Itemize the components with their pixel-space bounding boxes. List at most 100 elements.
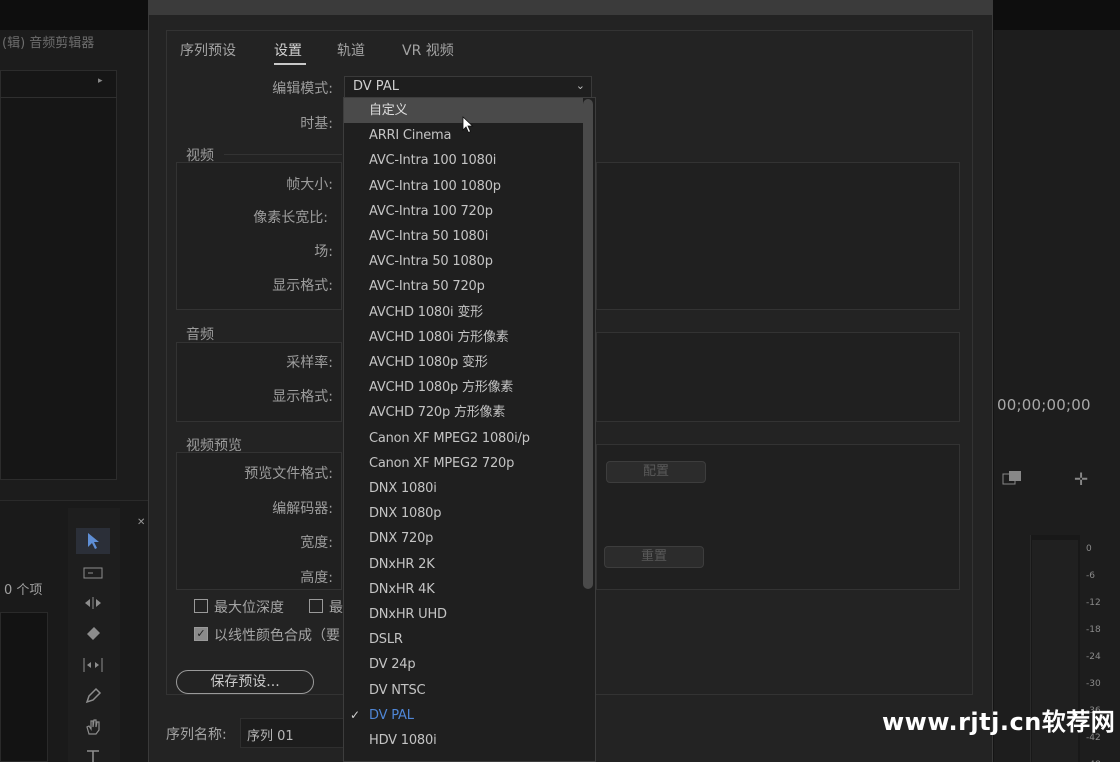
dropdown-option-label: Canon XF MPEG2 1080i/p xyxy=(369,431,530,446)
project-list xyxy=(0,612,48,762)
dropdown-option[interactable]: AVC-Intra 100 720p xyxy=(344,199,583,224)
dropdown-option-label: AVCHD 1080i 方形像素 xyxy=(369,330,509,345)
field-label: 场: xyxy=(314,244,333,260)
slip-tool-icon[interactable] xyxy=(76,652,110,678)
frame-size-label: 帧大小: xyxy=(286,177,333,193)
dropdown-option[interactable]: AVC-Intra 100 1080p xyxy=(344,174,583,199)
dropdown-option[interactable]: DSLR xyxy=(344,627,583,652)
tab-sequence-presets[interactable]: 序列预设 xyxy=(180,40,236,60)
divider xyxy=(224,154,342,155)
dropdown-option[interactable]: DNxHR 2K xyxy=(344,552,583,577)
dropdown-option-label: DNxHR 4K xyxy=(369,582,435,597)
linear-color-label: 以线性颜色合成（要 xyxy=(214,628,340,644)
dropdown-option[interactable]: DNX 720p xyxy=(344,526,583,551)
dropdown-option[interactable]: Canon XF MPEG2 1080i/p xyxy=(344,426,583,451)
dropdown-option[interactable]: HDV 1080i xyxy=(344,728,583,753)
max-render-quality-checkbox[interactable] xyxy=(309,599,323,613)
razor-tool-icon[interactable] xyxy=(76,620,110,646)
meter-tick-label: -24 xyxy=(1086,652,1101,662)
dropdown-option-label: Canon XF MPEG2 720p xyxy=(369,456,515,471)
selection-tool-icon[interactable] xyxy=(76,528,110,554)
dropdown-option[interactable]: AVC-Intra 50 1080i xyxy=(344,224,583,249)
dropdown-option[interactable]: DNxHR UHD xyxy=(344,602,583,627)
timecode-display[interactable]: 00;00;00;00 xyxy=(997,396,1091,414)
dropdown-option-label: DV 24p xyxy=(369,657,416,672)
meter-tick-label: -12 xyxy=(1086,598,1101,608)
dropdown-option-label: AVC-Intra 100 720p xyxy=(369,204,493,219)
linear-color-checkbox[interactable]: ✓ xyxy=(194,627,208,641)
dropdown-option[interactable]: AVC-Intra 100 1080i xyxy=(344,148,583,173)
export-frame-icon[interactable] xyxy=(1002,470,1024,492)
dropdown-option-label: 自定义 xyxy=(369,103,408,118)
dropdown-option[interactable]: ✓ DV PAL xyxy=(344,703,583,728)
max-bit-depth-checkbox[interactable] xyxy=(194,599,208,613)
chevron-down-icon: ⌄ xyxy=(575,79,585,92)
dropdown-option[interactable]: DV NTSC xyxy=(344,678,583,703)
dropdown-option-label: DNX 720p xyxy=(369,531,434,546)
save-preset-button[interactable]: 保存预设... xyxy=(176,670,314,694)
dropdown-option[interactable]: AVC-Intra 50 720p xyxy=(344,274,583,299)
sample-rate-label: 采样率: xyxy=(286,355,333,371)
left-panel-tabs[interactable]: (辑) 音频剪辑器 xyxy=(2,32,94,51)
dropdown-option[interactable]: Canon XF MPEG2 720p xyxy=(344,451,583,476)
dropdown-option-label: DNX 1080i xyxy=(369,481,437,496)
dropdown-option-label: AVC-Intra 100 1080p xyxy=(369,179,501,194)
pen-tool-icon[interactable] xyxy=(76,683,110,709)
editing-mode-select[interactable]: DV PAL ⌄ xyxy=(344,76,592,98)
dropdown-option[interactable]: DV 24p xyxy=(344,652,583,677)
dropdown-option-label: DNxHR UHD xyxy=(369,607,447,622)
tab-vr-video[interactable]: VR 视频 xyxy=(402,40,454,60)
sequence-name-input[interactable]: 序列 01 xyxy=(240,718,344,748)
dropdown-option-label: DNX 1080p xyxy=(369,506,442,521)
codec-label: 编解码器: xyxy=(272,501,333,517)
project-panel-header: ▸ xyxy=(0,70,117,98)
dropdown-option-label: AVC-Intra 50 1080i xyxy=(369,229,489,244)
dropdown-option-label: AVCHD 1080i 变形 xyxy=(369,305,483,320)
meter-tick-label: -6 xyxy=(1086,571,1095,581)
add-button-icon[interactable]: ✛ xyxy=(1074,470,1088,490)
width-label: 宽度: xyxy=(300,535,333,551)
dropdown-option[interactable]: DNX 1080i xyxy=(344,476,583,501)
video-settings-box-right xyxy=(596,162,960,310)
dropdown-option[interactable]: AVC-Intra 50 1080p xyxy=(344,249,583,274)
reset-button[interactable]: 重置 xyxy=(604,546,704,568)
dropdown-option[interactable]: AVCHD 1080p 方形像素 xyxy=(344,375,583,400)
dropdown-option-label: DV PAL xyxy=(369,708,414,723)
track-select-tool-icon[interactable] xyxy=(76,560,110,586)
dropdown-option[interactable]: AVCHD 1080i 变形 xyxy=(344,300,583,325)
dropdown-option-label: AVC-Intra 50 1080p xyxy=(369,254,493,269)
preview-file-format-label: 预览文件格式: xyxy=(244,466,333,482)
dialog-title-bar[interactable] xyxy=(148,0,993,15)
dropdown-option[interactable]: DNX 1080p xyxy=(344,501,583,526)
panel-menu-icon[interactable]: ▸ xyxy=(98,76,103,86)
sequence-name-label: 序列名称: xyxy=(166,727,227,743)
dropdown-scrollbar[interactable] xyxy=(583,99,593,589)
dropdown-option[interactable]: AVCHD 720p 方形像素 xyxy=(344,400,583,425)
dropdown-option-label: AVCHD 1080p 方形像素 xyxy=(369,380,514,395)
height-label: 高度: xyxy=(300,570,333,586)
configure-button[interactable]: 配置 xyxy=(606,461,706,483)
meter-tick-label: -18 xyxy=(1086,625,1101,635)
tools-panel xyxy=(68,508,120,762)
hand-tool-icon[interactable] xyxy=(76,714,110,740)
dropdown-option-label: DV NTSC xyxy=(369,683,426,698)
active-tab-indicator xyxy=(274,63,306,65)
dropdown-option[interactable]: AVCHD 1080i 方形像素 xyxy=(344,325,583,350)
tab-tracks[interactable]: 轨道 xyxy=(337,40,365,60)
close-panel-icon[interactable]: ✕ xyxy=(137,517,145,528)
dropdown-option[interactable]: AVCHD 1080p 变形 xyxy=(344,350,583,375)
audio-settings-box-right xyxy=(596,332,960,422)
watermark: www.rjtj.cn软荐网 xyxy=(882,708,1116,736)
max-render-quality-label: 最 xyxy=(329,600,343,616)
dropdown-option-label: HDV 1080i xyxy=(369,733,437,748)
meter-tick-label: 0 xyxy=(1086,544,1092,554)
mouse-cursor-icon xyxy=(462,116,474,134)
dropdown-option-label: AVC-Intra 100 1080i xyxy=(369,153,497,168)
dropdown-option[interactable]: DNxHR 4K xyxy=(344,577,583,602)
dropdown-option-label: DNxHR 2K xyxy=(369,557,435,572)
type-tool-icon[interactable] xyxy=(76,744,110,762)
checkmark-icon: ✓ xyxy=(350,708,360,722)
ripple-edit-tool-icon[interactable] xyxy=(76,590,110,616)
tab-settings[interactable]: 设置 xyxy=(274,40,302,60)
audio-section-title: 音频 xyxy=(186,327,214,343)
